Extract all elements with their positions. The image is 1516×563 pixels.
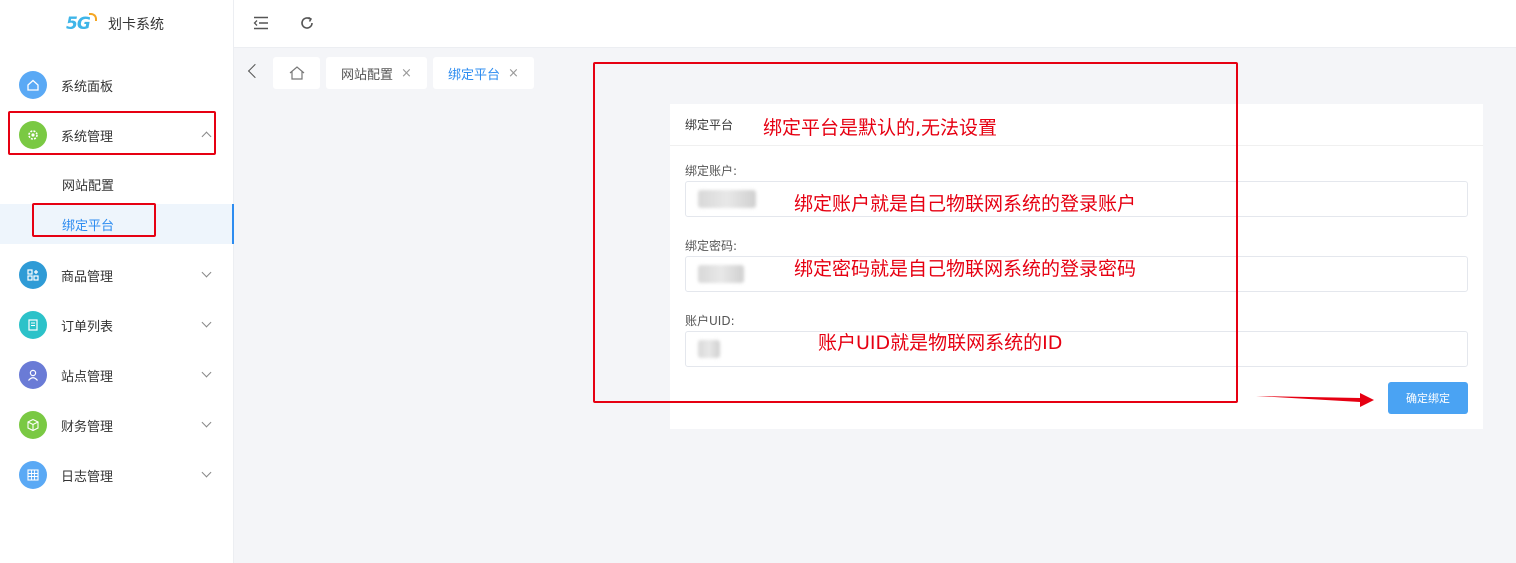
home-icon xyxy=(289,66,304,80)
close-icon[interactable]: × xyxy=(401,66,412,81)
home-icon xyxy=(19,71,47,99)
sidebar-item-label: 站点管理 xyxy=(61,369,114,385)
tab-bind-platform[interactable]: 绑定平台 × xyxy=(433,57,534,89)
user-icon xyxy=(19,361,47,389)
chevron-down-icon xyxy=(201,367,212,378)
sidebar-item-label: 商品管理 xyxy=(61,269,114,285)
sidebar-item-label: 订单列表 xyxy=(61,319,114,335)
refresh-icon[interactable] xyxy=(298,14,316,32)
sidebar-item-logs[interactable]: 日志管理 xyxy=(0,455,234,495)
app-logo[interactable]: 5G 划卡系统 xyxy=(66,10,164,38)
chevron-down-icon xyxy=(201,267,212,278)
top-bar xyxy=(234,0,1516,48)
table-icon xyxy=(19,461,47,489)
close-icon[interactable]: × xyxy=(508,66,519,81)
sidebar-item-finance[interactable]: 财务管理 xyxy=(0,405,234,445)
tab-home[interactable] xyxy=(273,57,320,89)
cube-icon xyxy=(19,411,47,439)
confirm-bind-button[interactable]: 确定绑定 xyxy=(1388,382,1468,414)
annotation-box-system xyxy=(8,111,216,155)
sidebar-subitem-site-config[interactable]: 网站配置 xyxy=(0,164,234,204)
annotation-platform: 绑定平台是默认的,无法设置 xyxy=(763,117,998,139)
sidebar-item-label: 财务管理 xyxy=(61,419,114,435)
annotation-uid: 账户UID就是物联网系统的ID xyxy=(818,332,1063,354)
sidebar-item-dashboard[interactable]: 系统面板 xyxy=(0,65,234,105)
grid-icon xyxy=(19,261,47,289)
annotation-account: 绑定账户就是自己物联网系统的登录账户 xyxy=(794,193,1137,215)
sidebar-item-label: 系统面板 xyxy=(61,79,114,95)
sidebar-item-orders[interactable]: 订单列表 xyxy=(0,305,234,345)
logo-5g-icon: 5G xyxy=(66,11,98,37)
tab-label: 网站配置 xyxy=(341,67,394,83)
sidebar: 5G 划卡系统 系统面板 系统管理 网站配置 绑定平台 商品管理 订单列表 站点… xyxy=(0,0,234,563)
tabs-back-icon[interactable] xyxy=(247,63,263,79)
tab-site-config[interactable]: 网站配置 × xyxy=(326,57,427,89)
sidebar-item-sites[interactable]: 站点管理 xyxy=(0,355,234,395)
annotation-password: 绑定密码就是自己物联网系统的登录密码 xyxy=(794,258,1137,280)
sidebar-item-label: 日志管理 xyxy=(61,469,114,485)
sidebar-item-products[interactable]: 商品管理 xyxy=(0,255,234,295)
app-title: 划卡系统 xyxy=(108,17,164,33)
annotation-box-bind-platform xyxy=(32,203,156,237)
chevron-down-icon xyxy=(201,467,212,478)
chevron-down-icon xyxy=(201,317,212,328)
annotation-arrow-icon xyxy=(1256,393,1374,407)
chevron-down-icon xyxy=(201,417,212,428)
collapse-menu-icon[interactable] xyxy=(252,14,270,32)
tab-label: 绑定平台 xyxy=(448,67,501,83)
list-icon xyxy=(19,311,47,339)
